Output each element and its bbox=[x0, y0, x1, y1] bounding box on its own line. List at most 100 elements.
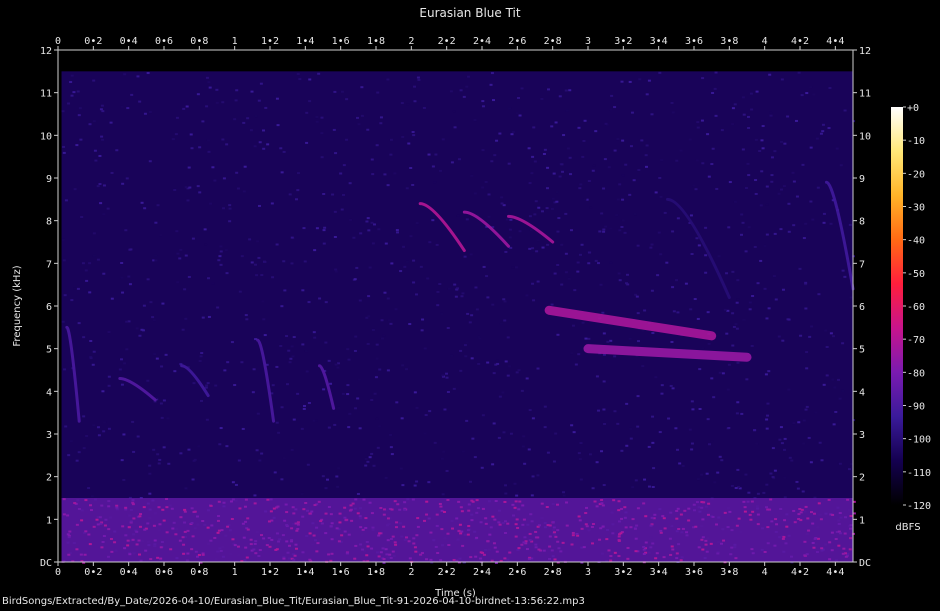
noise-speck bbox=[806, 517, 810, 520]
noise-speck bbox=[481, 507, 485, 510]
noise-speck bbox=[143, 112, 147, 115]
noise-speck bbox=[661, 515, 665, 518]
noise-speck bbox=[496, 362, 500, 365]
noise-speck bbox=[391, 535, 395, 538]
noise-speck bbox=[110, 550, 114, 553]
noise-speck bbox=[245, 556, 249, 559]
noise-speck bbox=[679, 513, 683, 516]
noise-speck bbox=[107, 427, 111, 430]
noise-speck bbox=[307, 401, 311, 404]
noise-speck bbox=[190, 507, 194, 510]
noise-speck bbox=[62, 151, 66, 154]
noise-speck bbox=[760, 170, 764, 173]
noise-speck bbox=[609, 555, 613, 558]
noise-speck bbox=[92, 424, 96, 427]
noise-speck bbox=[651, 486, 655, 489]
noise-speck bbox=[460, 510, 464, 513]
noise-speck bbox=[287, 349, 291, 352]
x-tick-label: 3•4 bbox=[650, 567, 668, 578]
noise-speck bbox=[841, 342, 845, 345]
noise-speck bbox=[820, 459, 824, 462]
noise-speck bbox=[774, 298, 778, 301]
noise-speck bbox=[765, 317, 769, 320]
noise-speck bbox=[489, 83, 493, 86]
x-tick-label: 2•6 bbox=[508, 36, 526, 47]
noise-speck bbox=[620, 225, 624, 228]
noise-speck bbox=[364, 526, 368, 529]
noise-speck bbox=[463, 344, 467, 347]
y-tick-label: 2 bbox=[46, 473, 52, 484]
noise-speck bbox=[250, 90, 254, 93]
noise-speck bbox=[407, 142, 411, 145]
noise-speck bbox=[501, 391, 505, 394]
noise-speck bbox=[838, 532, 842, 535]
noise-speck bbox=[144, 549, 148, 552]
noise-speck bbox=[547, 557, 551, 560]
noise-speck bbox=[246, 117, 250, 120]
noise-speck bbox=[435, 513, 439, 516]
noise-speck bbox=[383, 291, 387, 294]
noise-speck bbox=[390, 262, 394, 265]
noise-speck bbox=[695, 159, 699, 162]
noise-speck bbox=[513, 506, 517, 509]
noise-speck bbox=[100, 546, 104, 549]
noise-speck bbox=[310, 510, 314, 513]
x-tick-label: 2•4 bbox=[473, 567, 491, 578]
noise-speck bbox=[740, 412, 744, 415]
noise-speck bbox=[354, 335, 358, 338]
noise-speck bbox=[493, 546, 497, 549]
noise-speck bbox=[213, 536, 217, 539]
noise-speck bbox=[102, 213, 106, 216]
noise-speck bbox=[694, 188, 698, 191]
noise-speck bbox=[219, 549, 223, 552]
noise-speck bbox=[92, 254, 96, 257]
noise-speck bbox=[296, 73, 300, 76]
noise-speck bbox=[764, 373, 768, 376]
noise-speck bbox=[476, 507, 480, 510]
noise-speck bbox=[701, 518, 705, 521]
noise-speck bbox=[82, 415, 86, 418]
noise-speck bbox=[574, 363, 578, 366]
noise-speck bbox=[747, 491, 751, 494]
noise-speck bbox=[346, 384, 350, 387]
noise-speck bbox=[204, 243, 208, 246]
noise-speck bbox=[811, 541, 815, 544]
noise-speck bbox=[550, 207, 554, 210]
noise-speck bbox=[822, 212, 826, 215]
noise-speck bbox=[143, 207, 147, 210]
noise-speck bbox=[765, 185, 769, 188]
noise-speck bbox=[389, 322, 393, 325]
x-tick-label: 0•8 bbox=[190, 567, 208, 578]
noise-speck bbox=[394, 526, 398, 529]
noise-speck bbox=[571, 531, 575, 534]
noise-speck bbox=[649, 246, 653, 249]
noise-speck bbox=[492, 372, 496, 375]
noise-speck bbox=[441, 138, 445, 141]
noise-speck bbox=[652, 467, 656, 470]
noise-speck bbox=[234, 99, 238, 102]
noise-speck bbox=[801, 490, 805, 493]
noise-speck bbox=[219, 427, 223, 430]
noise-speck bbox=[493, 154, 497, 157]
noise-speck bbox=[731, 107, 735, 110]
noise-speck bbox=[641, 365, 645, 368]
noise-speck bbox=[178, 539, 182, 542]
noise-speck bbox=[66, 533, 70, 536]
noise-speck bbox=[88, 123, 92, 126]
noise-speck bbox=[581, 155, 585, 158]
noise-speck bbox=[588, 251, 592, 254]
noise-speck bbox=[546, 243, 550, 246]
noise-speck bbox=[690, 448, 694, 451]
noise-speck bbox=[618, 279, 622, 282]
colorbar: +0-10-20-30-40-50-60-70-80-90-100-110-12… bbox=[891, 103, 931, 533]
noise-speck bbox=[190, 147, 194, 150]
noise-speck bbox=[804, 408, 808, 411]
noise-speck bbox=[714, 71, 718, 74]
noise-speck bbox=[504, 360, 508, 363]
x-tick-label: 1 bbox=[232, 567, 238, 578]
noise-speck bbox=[377, 555, 381, 558]
noise-speck bbox=[165, 498, 169, 501]
noise-speck bbox=[723, 511, 727, 514]
noise-speck bbox=[358, 427, 362, 430]
noise-speck bbox=[341, 392, 345, 395]
